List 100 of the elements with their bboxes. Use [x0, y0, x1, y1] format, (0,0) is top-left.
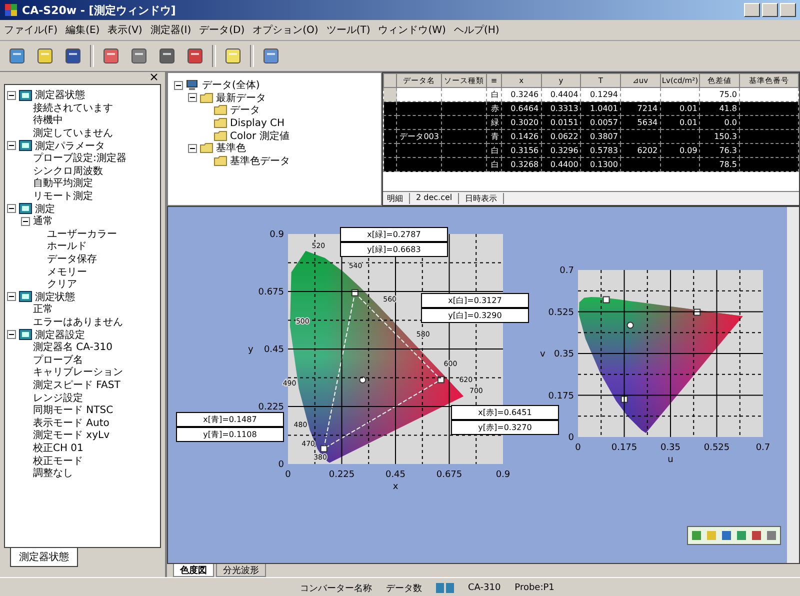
axis-tick-label: 0.45: [264, 345, 284, 356]
menu-item[interactable]: データ(D): [199, 23, 245, 37]
expand-toggle[interactable]: [174, 80, 183, 90]
folder-icon: [200, 92, 213, 103]
table-cell: 0.01: [660, 116, 700, 130]
axis-tick-label: 0.675: [436, 470, 462, 480]
menu-item[interactable]: オプション(O): [252, 23, 318, 37]
axis-tick-label: 0.225: [328, 470, 355, 480]
tree-item[interactable]: レンジ設定: [33, 390, 83, 405]
panel-icon: [19, 203, 32, 214]
expand-toggle[interactable]: [21, 216, 30, 226]
tree-item[interactable]: データ: [230, 103, 260, 118]
coordinate-readout: y[緑]=0.6683: [341, 243, 447, 256]
tree-item[interactable]: 測定パラメータ: [35, 138, 105, 153]
axis-tick-label: 0.225: [258, 402, 284, 413]
table-cell: 0.1426: [502, 130, 542, 144]
axis-tick-label: 0.35: [660, 443, 681, 454]
tree-item[interactable]: プローブ設定:測定器: [33, 151, 126, 166]
panel-tab[interactable]: 測定器状態: [10, 548, 78, 567]
toolbar-icon[interactable]: [690, 529, 703, 542]
expand-toggle[interactable]: [7, 141, 16, 150]
maximize-button[interactable]: [762, 3, 778, 17]
tree-item[interactable]: 最新データ: [216, 90, 266, 105]
expand-toggle[interactable]: [188, 144, 197, 153]
tree-item[interactable]: 基準色: [216, 141, 246, 156]
sheet-tab[interactable]: 色度図: [173, 564, 214, 577]
menu-item[interactable]: ウィンドウ(W): [378, 23, 446, 37]
tree-item[interactable]: 通常: [33, 214, 53, 228]
tree-item[interactable]: メモリー: [47, 264, 87, 279]
menu-item[interactable]: ファイル(F): [4, 23, 58, 37]
grid-tab[interactable]: 日時表示: [465, 193, 504, 204]
tree-item[interactable]: シンクロ周波数: [33, 164, 103, 178]
minimize-button[interactable]: [744, 3, 760, 17]
toolbar-icon[interactable]: [750, 529, 763, 542]
tree-item[interactable]: エラーはありません: [33, 314, 123, 329]
menu-item[interactable]: 測定器(I): [150, 23, 192, 37]
table-row[interactable]: 白 0.3268 0.4400 0.1300 78.5: [384, 158, 798, 172]
folder-icon: [214, 156, 227, 166]
expand-toggle[interactable]: [7, 90, 16, 100]
tree-item[interactable]: 測定していません: [33, 126, 113, 140]
scrollbar[interactable]: [787, 207, 799, 563]
sheet-tab[interactable]: 分光波形: [216, 564, 266, 577]
tree-item[interactable]: 同期モード NTSC: [33, 403, 114, 418]
menu-item[interactable]: ヘルプ(H): [454, 23, 500, 37]
tree-item[interactable]: リモート測定: [33, 189, 93, 204]
tree-item[interactable]: クリア: [47, 277, 77, 292]
tree-item[interactable]: プローブ名: [33, 352, 83, 367]
table-row[interactable]: データ003 青 0.1426 0.0622 0.3807 150.3: [384, 130, 798, 144]
expand-toggle[interactable]: [7, 330, 16, 340]
table-row[interactable]: 白 0.3156 0.3296 0.5783 6202 0.09 76.3: [384, 144, 798, 158]
axis-tick-label: 0.525: [548, 308, 574, 318]
tree-item[interactable]: 測定器状態: [35, 88, 85, 102]
toolbar-icon[interactable]: [735, 529, 748, 542]
toolbar-icon[interactable]: [720, 529, 733, 542]
app-icon: [4, 3, 18, 17]
axis-tick-label: 0.7: [756, 443, 770, 454]
grid-tab[interactable]: 明細: [387, 193, 410, 204]
tree-item[interactable]: Display CH: [230, 118, 285, 129]
table-cell: 0.3296: [541, 144, 581, 158]
table-row[interactable]: 赤 0.6464 0.3313 1.0401 7214 0.01 41.8: [384, 102, 798, 116]
tree-item[interactable]: 測定スピード FAST: [33, 378, 120, 392]
tree-item[interactable]: データ保存: [47, 252, 97, 266]
table-cell: 0.3313: [541, 102, 581, 116]
axis-tick-label: 0.175: [611, 443, 638, 454]
tree-item[interactable]: 待機中: [33, 113, 63, 128]
tree-item[interactable]: Color 測定値: [230, 128, 290, 143]
tree-item[interactable]: キャリブレーション: [33, 365, 123, 380]
axis-label: x: [392, 482, 398, 492]
close-icon[interactable]: [149, 72, 159, 82]
toolbar-icon[interactable]: [765, 529, 778, 542]
tree-item[interactable]: 測定: [35, 202, 55, 216]
axis-tick-label: 0: [575, 443, 581, 454]
grid-tab[interactable]: 2 dec.cel: [416, 193, 460, 204]
table-cell: データ003: [396, 130, 442, 144]
tree-item[interactable]: 校正モード: [33, 454, 83, 468]
menu-item[interactable]: 表示(V): [108, 23, 142, 37]
tree-item[interactable]: 測定器名 CA-310: [33, 340, 112, 354]
axis-tick-label: 0.525: [704, 443, 730, 454]
tree-item[interactable]: 校正CH 01: [33, 440, 84, 455]
tree-item[interactable]: 測定器設定: [35, 328, 85, 342]
table-row[interactable]: 緑 0.3020 0.0151 0.0057 5634 0.01 0.0: [384, 116, 798, 130]
tree-item[interactable]: 基準色データ: [230, 154, 290, 168]
menu-item[interactable]: ツール(T): [326, 23, 370, 37]
close-button[interactable]: [780, 3, 796, 17]
folder-icon: [214, 118, 227, 128]
tree-item[interactable]: 表示モード Auto: [33, 416, 110, 430]
tree-item[interactable]: データ(全体): [202, 78, 260, 92]
tree-item[interactable]: 正常: [33, 302, 53, 316]
tree-item[interactable]: ユーザーカラー: [47, 226, 117, 241]
expand-toggle[interactable]: [7, 292, 16, 302]
tree-item[interactable]: 調整なし: [33, 466, 73, 480]
tree-item[interactable]: 接続されています: [33, 100, 113, 115]
expand-toggle[interactable]: [7, 204, 16, 214]
tree-item[interactable]: 自動平均測定: [33, 176, 93, 190]
menu-item[interactable]: 編集(E): [66, 23, 100, 37]
tree-item[interactable]: 測定モード xyLv: [33, 428, 110, 442]
tree-item[interactable]: ホールド: [47, 239, 87, 254]
tree-item[interactable]: 測定状態: [35, 290, 75, 304]
expand-toggle[interactable]: [188, 93, 197, 102]
status-text: データ数: [386, 582, 422, 594]
